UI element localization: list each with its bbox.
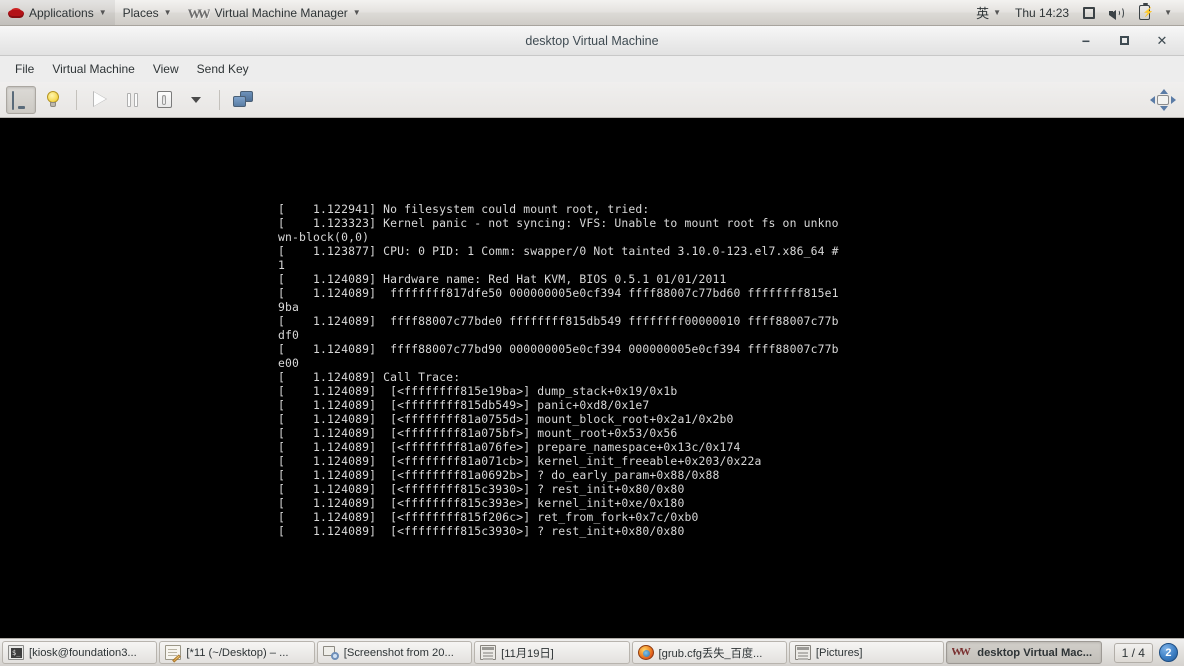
shutdown-dropdown-button[interactable]: [181, 86, 211, 114]
maximize-icon: [1119, 36, 1129, 45]
firefox-icon: [637, 645, 654, 660]
toolbar: [0, 82, 1184, 118]
taskbar-item-label: [kiosk@foundation3...: [29, 646, 137, 659]
monitor-icon: [11, 90, 31, 110]
display-settings-tray[interactable]: [1077, 0, 1101, 25]
virtual-machine-manager-menu[interactable]: WW Virtual Machine Manager ▼: [180, 0, 369, 25]
taskbar-item-label: desktop Virtual Mac...: [977, 646, 1093, 659]
places-menu[interactable]: Places ▼: [115, 0, 180, 25]
panel-tray: 英 ▼ Thu 14:23 ⚡ ▼: [970, 0, 1184, 25]
input-method-label: 英: [976, 6, 990, 21]
taskbar-item-label: [*11 (~/Desktop) – ...: [186, 646, 289, 659]
chevron-down-icon: ▼: [993, 7, 1002, 17]
taskbar-item-pictures[interactable]: [Pictures]: [788, 641, 945, 664]
clock-label: Thu 14:23: [1015, 5, 1070, 20]
screens-icon: [233, 91, 253, 108]
battery-icon: ⚡: [1139, 3, 1154, 20]
speaker-icon: [1109, 6, 1125, 20]
virtual-machine-manager-menu-label: Virtual Machine Manager: [214, 5, 348, 20]
play-icon: [93, 91, 107, 107]
toolbar-separator-2: [219, 89, 220, 110]
pause-button[interactable]: [117, 86, 147, 114]
menu-file[interactable]: File: [6, 59, 43, 79]
filemanager-icon: [794, 645, 811, 660]
maximize-button[interactable]: [1116, 33, 1132, 49]
screenshot-icon: [322, 645, 339, 660]
chevron-down-icon: [191, 96, 201, 103]
taskbar-item-calendar[interactable]: [11月19日]: [474, 641, 630, 664]
shutdown-button[interactable]: [149, 86, 179, 114]
window-title: desktop Virtual Machine: [525, 33, 659, 48]
workspace-count-label[interactable]: 1 / 4: [1113, 642, 1153, 663]
system-menu[interactable]: ▼: [1158, 0, 1178, 25]
taskbar-item-desktop-virtual-machine[interactable]: WW desktop Virtual Mac...: [946, 641, 1102, 664]
applications-menu-label: Applications: [29, 5, 94, 20]
menu-view[interactable]: View: [144, 59, 188, 79]
window-list-taskbar: $_ [kiosk@foundation3... [*11 (~/Desktop…: [0, 638, 1184, 666]
input-method-indicator[interactable]: 英 ▼: [970, 0, 1007, 25]
vmm-logo-icon: WW: [952, 645, 971, 658]
redhat-fedora-icon: [8, 6, 24, 20]
minimize-button[interactable]: −: [1078, 33, 1094, 49]
minimize-glyph: −: [1081, 32, 1091, 49]
calendar-icon: [480, 645, 497, 660]
chevron-down-icon: ▼: [163, 7, 172, 17]
display-icon: [1083, 6, 1096, 19]
chevron-down-icon: ▼: [352, 7, 361, 17]
taskbar-item-screenshot[interactable]: [Screenshot from 20...: [316, 641, 473, 664]
clock[interactable]: Thu 14:23: [1009, 0, 1075, 25]
workspace-switcher[interactable]: 1 / 4 2: [1106, 642, 1182, 663]
taskbar-item-label: [grub.cfg丢失_百度...: [658, 647, 763, 660]
menu-virtual-machine[interactable]: Virtual Machine: [43, 59, 144, 79]
console-view-button[interactable]: [6, 85, 36, 114]
taskbar-item-label: [11月19日]: [501, 647, 554, 660]
menubar: File Virtual Machine View Send Key: [0, 56, 1184, 82]
gedit-icon: [165, 645, 182, 663]
power-icon: [156, 91, 172, 108]
pause-icon: [126, 92, 138, 107]
notification-badge[interactable]: 2: [1158, 643, 1178, 662]
fullscreen-icon: [1150, 88, 1176, 111]
close-icon: ✕: [1156, 33, 1168, 48]
vm-console-display[interactable]: [ 1.122941] No filesystem could mount ro…: [0, 118, 1184, 638]
chevron-down-icon: ▼: [1164, 7, 1172, 17]
close-button[interactable]: ✕: [1154, 33, 1170, 49]
kernel-panic-output: [ 1.122941] No filesystem could mount ro…: [278, 202, 839, 538]
terminal-icon: $_: [8, 645, 24, 660]
gnome-top-panel: Applications ▼ Places ▼ WW Virtual Machi…: [0, 0, 1184, 26]
window-titlebar: desktop Virtual Machine − ✕: [0, 26, 1184, 56]
taskbar-item-terminal[interactable]: $_ [kiosk@foundation3...: [2, 641, 158, 664]
run-button[interactable]: [85, 86, 115, 114]
places-menu-label: Places: [122, 5, 159, 20]
chevron-down-icon: ▼: [98, 7, 107, 17]
taskbar-item-gedit[interactable]: [*11 (~/Desktop) – ...: [159, 641, 315, 664]
vmm-logo-icon: WW: [187, 5, 210, 21]
virtual-machine-window: desktop Virtual Machine − ✕ File Virtual…: [0, 26, 1184, 638]
applications-menu[interactable]: Applications ▼: [0, 0, 115, 25]
volume-tray[interactable]: [1103, 0, 1131, 25]
window-controls: − ✕: [1078, 33, 1184, 49]
taskbar-item-label: [Pictures]: [815, 646, 863, 659]
show-details-button[interactable]: [38, 86, 68, 114]
taskbar-item-label: [Screenshot from 20...: [343, 646, 454, 659]
lightbulb-icon: [46, 90, 60, 109]
menu-send-key[interactable]: Send Key: [188, 59, 258, 79]
toolbar-separator-1: [76, 89, 77, 110]
taskbar-item-firefox[interactable]: [grub.cfg丢失_百度...: [631, 641, 787, 664]
battery-tray[interactable]: ⚡: [1133, 0, 1156, 25]
battery-bolt-glyph: ⚡: [1142, 7, 1154, 17]
fullscreen-button[interactable]: [1148, 86, 1178, 114]
snapshots-button[interactable]: [228, 86, 258, 114]
